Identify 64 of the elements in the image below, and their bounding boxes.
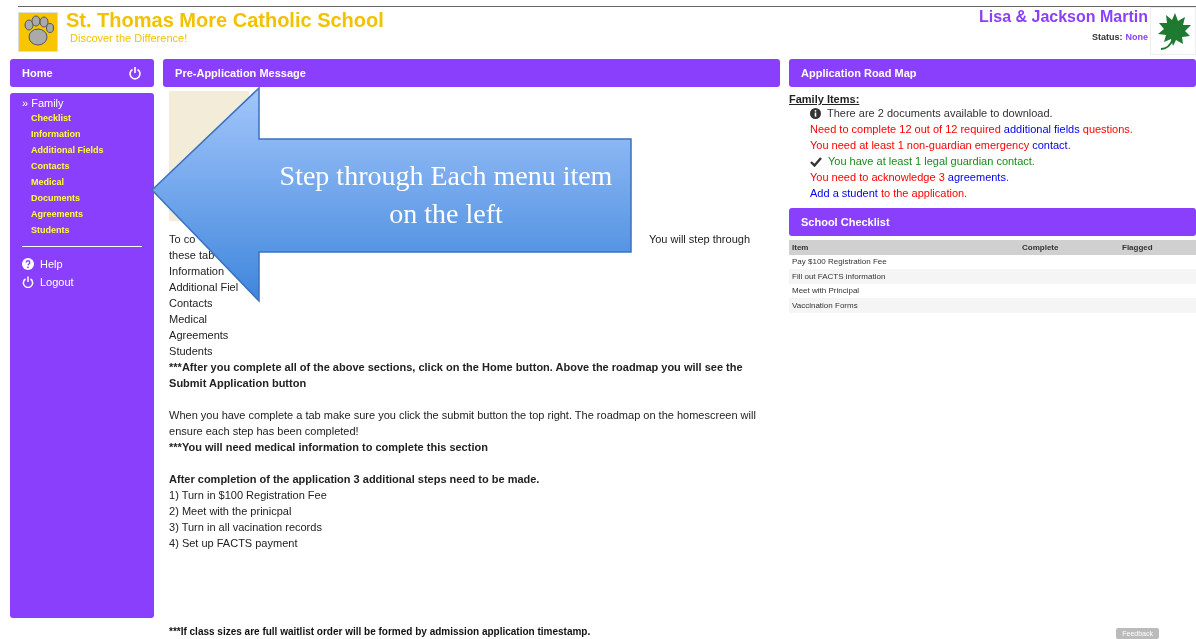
sidebar-item[interactable]: Information xyxy=(10,126,155,142)
sidebar-item[interactable]: Agreements xyxy=(10,206,155,222)
table-cell-text: Vaccination Forms xyxy=(791,300,859,310)
roadmap-link[interactable]: agreements xyxy=(947,171,1006,183)
column-header: Flagged xyxy=(1121,242,1154,252)
roadmap-item: Add a student to the application. xyxy=(810,187,968,199)
roadmap-link[interactable]: additional fields xyxy=(1003,123,1080,135)
home-button[interactable]: Home xyxy=(10,59,155,87)
roadmap-item: You have at least 1 legal guardian contact. xyxy=(828,155,1035,167)
paw-logo-icon xyxy=(18,12,58,52)
body-text: these tab xyxy=(169,248,216,263)
sidebar-link[interactable]: Help xyxy=(10,255,155,273)
section-heading: Family Items: xyxy=(789,93,861,105)
body-text: ***After you complete all of the above sections, click on the Home button. Above the roadmap you will see the Submit Application button xyxy=(169,360,744,391)
callout-text: Step through Each menu item on the left xyxy=(278,159,614,231)
body-text: 3) Turn in all vacination records xyxy=(169,520,323,535)
sidebar-link[interactable]: Logout xyxy=(10,273,155,291)
column-header: Item xyxy=(791,242,810,252)
family-name: Lisa & Jackson Martin xyxy=(979,8,1148,26)
school-name: St. Thomas More Catholic School xyxy=(66,9,385,32)
roadmap-item: There are 2 documents available to download. xyxy=(827,107,1053,119)
sidebar-item[interactable]: Documents xyxy=(10,190,155,206)
sidebar-item[interactable]: Additional Fields xyxy=(10,142,155,158)
status-value: None xyxy=(1125,32,1148,42)
roadmap-item: You need to acknowledge 3 agreements. xyxy=(810,171,1009,183)
sidebar-item[interactable]: Checklist xyxy=(10,110,155,126)
panel-header: Application Road Map xyxy=(789,59,1196,87)
roadmap-item: You need at least 1 non-guardian emergency contact. xyxy=(810,139,1071,151)
table-cell-text: Pay $100 Registration Fee xyxy=(791,257,888,267)
roadmap-link[interactable]: Add a student xyxy=(810,187,878,199)
help-icon xyxy=(22,258,34,270)
body-text: 1) Turn in $100 Registration Fee xyxy=(169,488,328,503)
body-text: Agreements xyxy=(169,328,230,343)
body-text: You will step through xyxy=(648,232,750,247)
body-text: To co xyxy=(169,232,196,247)
tagline: Discover the Difference! xyxy=(70,32,189,44)
sidebar-section-link[interactable]: » Family xyxy=(10,97,155,110)
body-text: After completion of the application 3 additional steps need to be made. xyxy=(169,472,541,487)
panel-header: School Checklist xyxy=(789,208,1196,236)
body-text: 4) Set up FACTS payment xyxy=(169,536,299,551)
footnote-text: ***If class sizes are full waitlist order will be formed by admission application timestamp. xyxy=(169,626,591,639)
body-text: ***You will need medical information to complete this section xyxy=(169,440,489,455)
column-header: Complete xyxy=(1021,242,1060,252)
body-text: 2) Meet with the prinicpal xyxy=(169,504,293,519)
roadmap-item: Need to complete 12 out of 12 required additional fields questions. xyxy=(810,123,1133,135)
body-text: Additional Fiel xyxy=(169,280,240,295)
panel-header: Pre-Application Message xyxy=(163,59,780,87)
table-cell-text: Fill out FACTS information xyxy=(791,271,887,281)
roadmap-link[interactable]: contact xyxy=(1032,139,1068,151)
status-label: Status: xyxy=(1092,32,1123,42)
body-text: When you have complete a tab make sure you click the submit button the top right. The roadmap on the homescreen will ensure each step has been completed! xyxy=(169,408,757,439)
table-cell-text: Meet with Principal xyxy=(791,286,861,296)
sidebar-item[interactable]: Students xyxy=(10,222,155,238)
power-icon xyxy=(128,66,143,80)
sidebar-item[interactable]: Contacts xyxy=(10,158,155,174)
info-icon xyxy=(810,107,821,119)
body-text: Contacts xyxy=(169,296,214,311)
checkmark-icon xyxy=(810,155,822,167)
body-text: Students xyxy=(169,344,214,359)
body-text: Medical xyxy=(169,312,208,327)
leaf-icon xyxy=(1150,7,1196,55)
power-icon xyxy=(22,276,34,288)
sidebar-item[interactable]: Medical xyxy=(10,174,155,190)
body-text: Information xyxy=(169,264,226,279)
